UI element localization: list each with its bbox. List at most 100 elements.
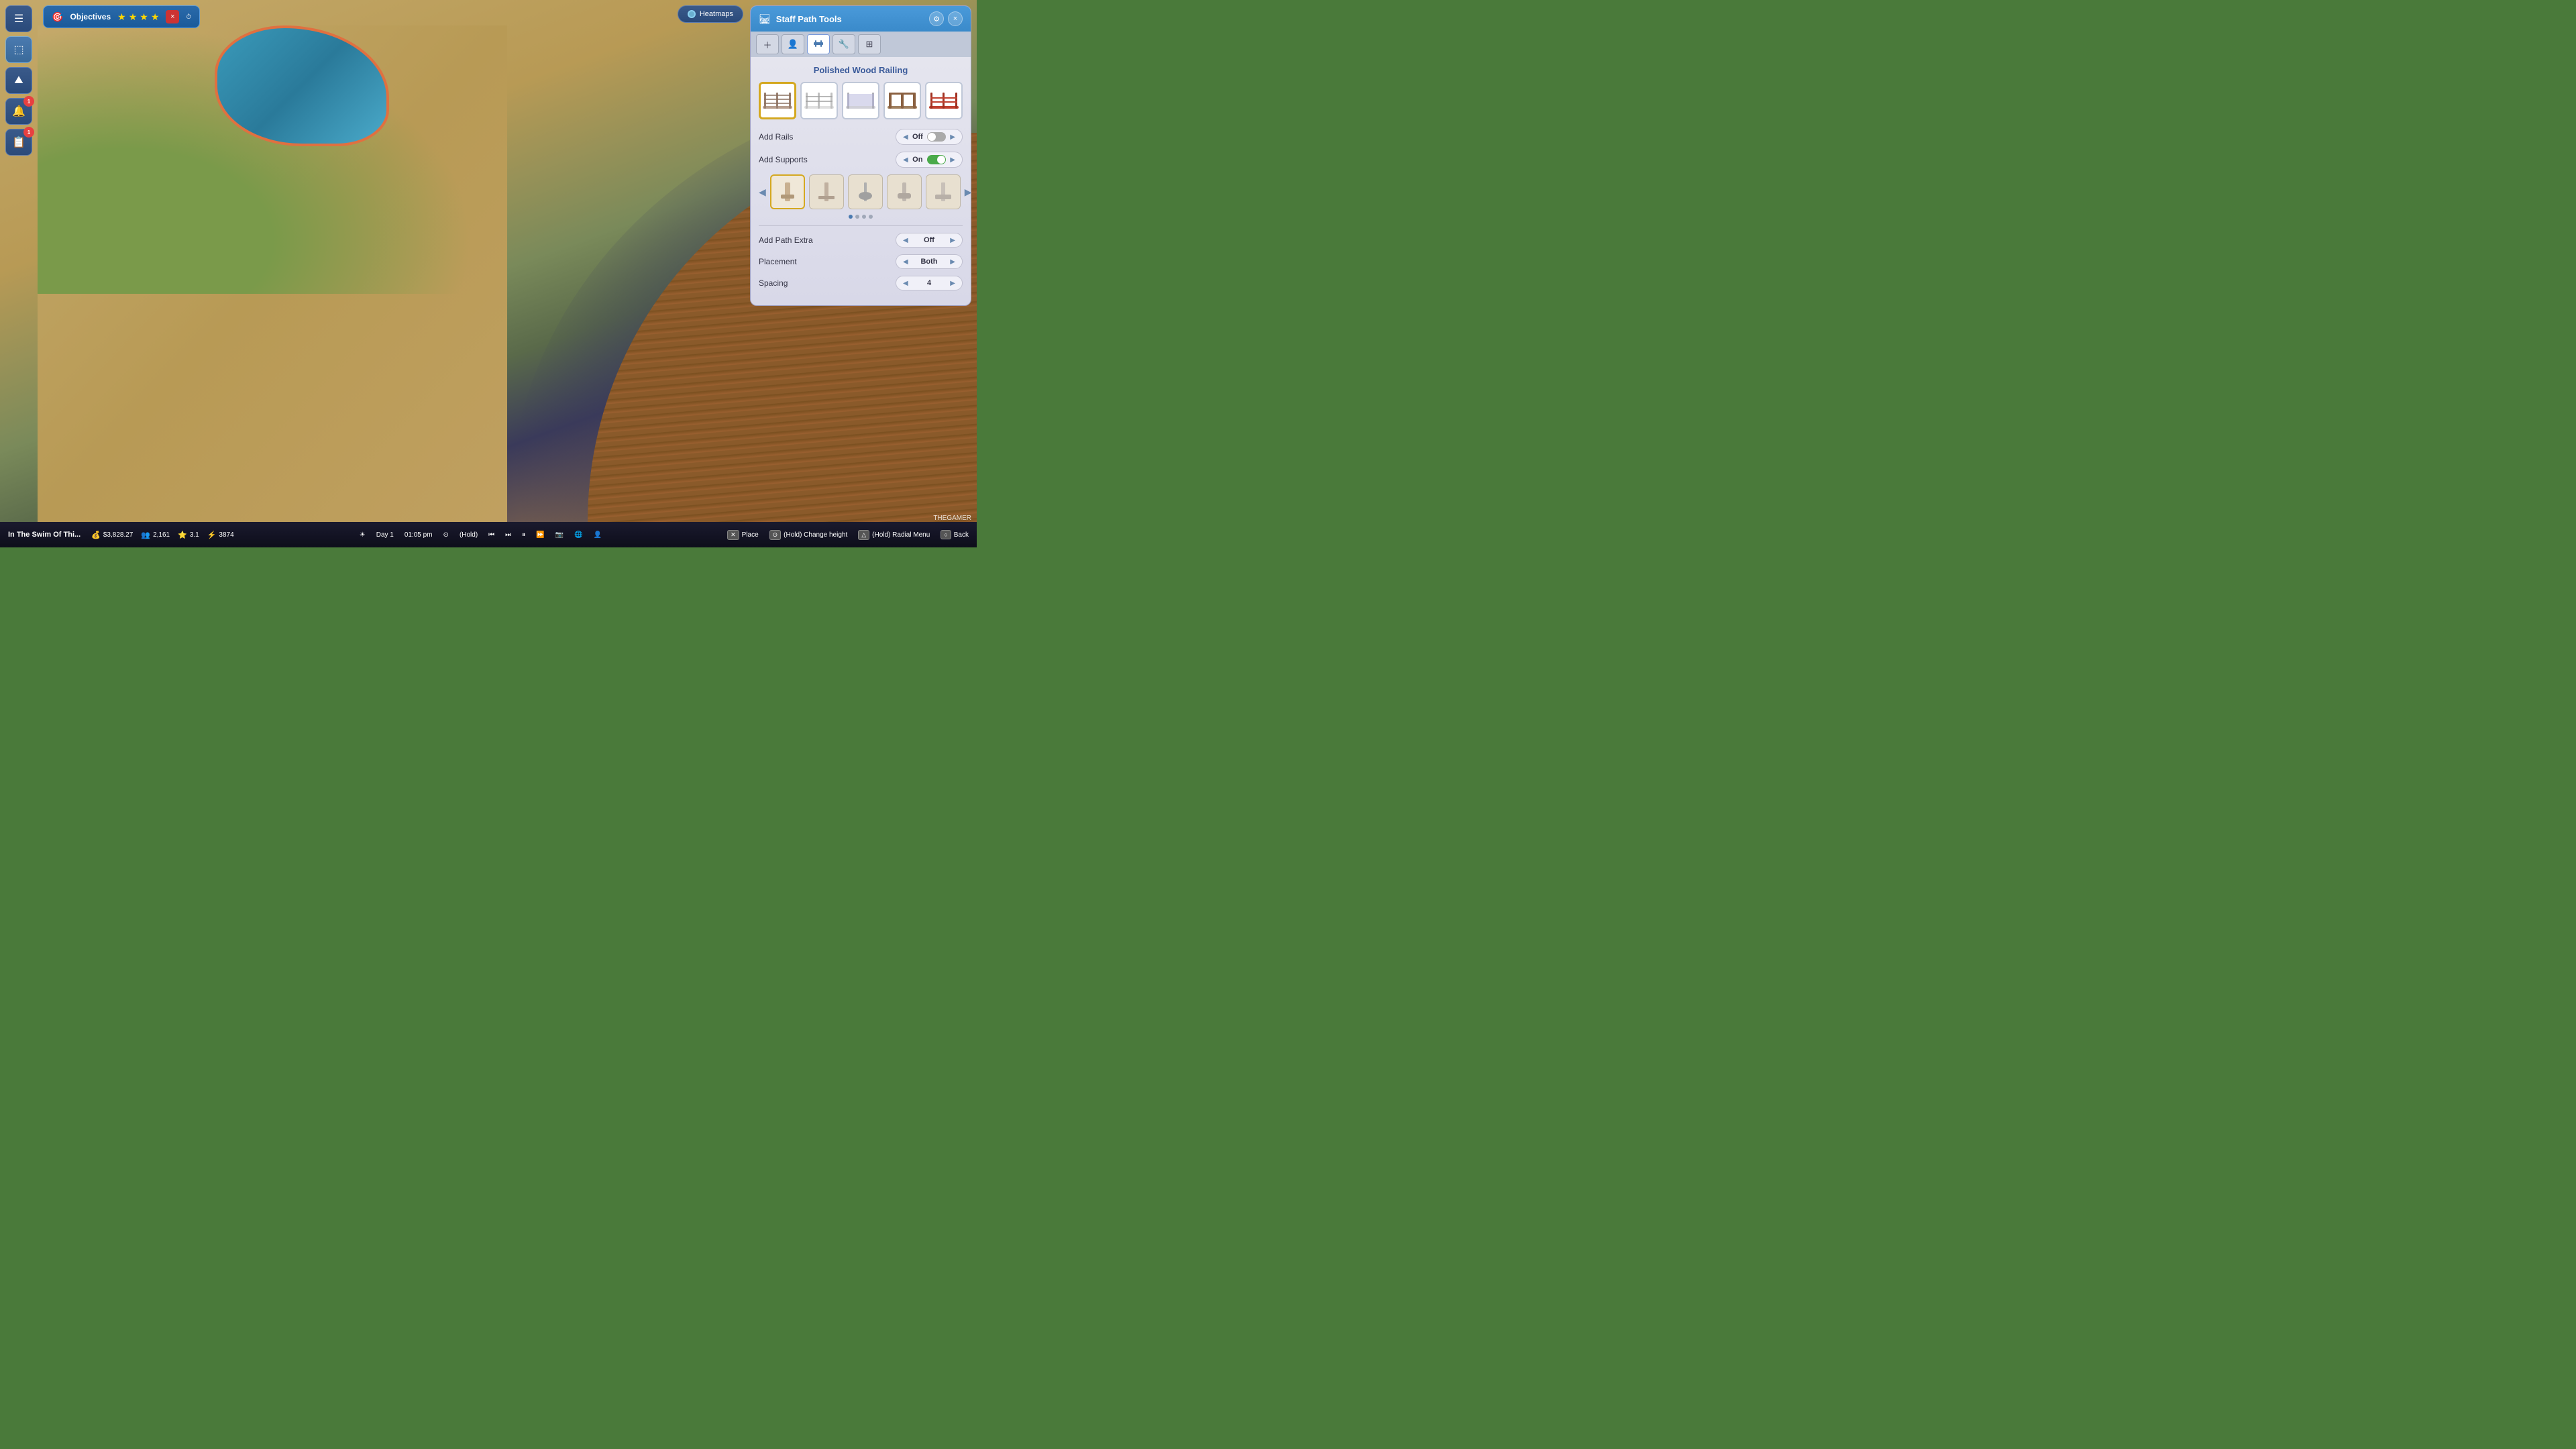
bell-icon: 🔔	[12, 105, 25, 118]
item4-value: 3874	[219, 531, 233, 539]
add-path-extra-label: Add Path Extra	[759, 235, 813, 245]
railing-options	[759, 82, 963, 119]
add-supports-row: Add Supports ◀ On ▶	[759, 152, 963, 168]
back-label: Back	[954, 531, 969, 539]
playback-settings[interactable]: 👤	[594, 531, 602, 539]
carousel-next-button[interactable]: ▶	[965, 184, 971, 200]
guests-icon: 👥	[141, 531, 150, 539]
add-rails-toggle[interactable]	[927, 132, 946, 142]
support-item-4[interactable]	[887, 174, 922, 209]
add-supports-left-arrow[interactable]: ◀	[903, 156, 908, 164]
railing-option-2[interactable]	[800, 82, 838, 119]
sun-icon: ☀	[360, 531, 366, 539]
placement-control[interactable]: ◀ Both ▶	[896, 254, 963, 269]
panel-content: Polished Wood Railing	[751, 57, 971, 305]
close-icon: ×	[170, 13, 174, 21]
support-item-2[interactable]	[809, 174, 844, 209]
radial-menu-key: △	[858, 530, 869, 540]
support-item-3[interactable]	[848, 174, 883, 209]
sidebar-btn-terrain[interactable]: ⛰	[5, 67, 32, 94]
path-extra-right-arrow[interactable]: ▶	[950, 237, 955, 244]
add-supports-label: Add Supports	[759, 155, 808, 164]
star-4: ★	[151, 11, 160, 23]
add-supports-toggle[interactable]	[927, 155, 946, 164]
bottom-center: ☀ Day 1 01:05 pm ⊙ (Hold) ⏮ ⏭ ⏸ ⏩ 📷 🌐 👤	[360, 531, 602, 539]
add-path-extra-control[interactable]: ◀ Off ▶	[896, 233, 963, 248]
change-height-key: ⊙	[769, 530, 782, 540]
support-item-5[interactable]	[926, 174, 961, 209]
playback-pause[interactable]: ⏸	[522, 531, 525, 539]
supports-carousel: ◀	[759, 174, 963, 209]
playback-camera[interactable]: 📷	[555, 531, 564, 539]
objectives-title: Objectives	[70, 12, 111, 21]
radial-menu-label: (Hold) Radial Menu	[872, 531, 930, 539]
heatmaps-label: Heatmaps	[700, 10, 733, 18]
sidebar-btn-map[interactable]: ⬚	[5, 36, 32, 63]
path-extra-value: Off	[924, 236, 934, 244]
terrain-icon: ⛰	[14, 74, 23, 87]
toolbar-tools-button[interactable]: 🔧	[833, 34, 855, 54]
change-height-label: (Hold) Change height	[784, 531, 847, 539]
panel-toolbar: ＋ 👤 🔧 ⊞	[751, 32, 971, 57]
back-key: ○	[941, 530, 951, 539]
toolbar-grid-button[interactable]: ⊞	[858, 34, 881, 54]
add-rails-row: Add Rails ◀ Off ▶	[759, 129, 963, 145]
playback-rewind[interactable]: ⏮	[488, 531, 494, 539]
spacing-right-arrow[interactable]: ▶	[950, 280, 955, 287]
dot-1	[849, 215, 853, 219]
panel-close-button[interactable]: ×	[948, 11, 963, 26]
action-back: ○ Back	[941, 530, 969, 539]
path-icon	[812, 38, 824, 52]
path-extra-left-arrow[interactable]: ◀	[903, 237, 908, 244]
railing-option-1[interactable]	[759, 82, 796, 119]
panel-settings-button[interactable]: ⚙	[929, 11, 944, 26]
support-item-1[interactable]	[770, 174, 805, 209]
heatmap-dot-icon	[688, 10, 696, 18]
bottom-actions: ✕ Place ⊙ (Hold) Change height △ (Hold) …	[727, 530, 969, 540]
star-1: ★	[117, 11, 126, 23]
add-rails-control[interactable]: ◀ Off ▶	[896, 129, 963, 145]
sidebar-btn-park-info[interactable]: 📋 1	[5, 129, 32, 156]
railing-option-4[interactable]	[883, 82, 921, 119]
add-rails-right-arrow[interactable]: ▶	[950, 133, 955, 141]
rating-value: 3.1	[190, 531, 199, 539]
sidebar-btn-menu[interactable]: ☰	[5, 5, 32, 32]
star-2: ★	[129, 11, 138, 23]
add-supports-right-arrow[interactable]: ▶	[950, 156, 955, 164]
railing-option-3[interactable]	[842, 82, 879, 119]
spacing-control[interactable]: ◀ 4 ▶	[896, 276, 963, 290]
placement-left-arrow[interactable]: ◀	[903, 258, 908, 266]
objectives-close-button[interactable]: ×	[166, 10, 179, 23]
add-supports-value: On	[912, 156, 922, 164]
carousel-dots	[759, 215, 963, 219]
toolbar-path-button[interactable]	[807, 34, 830, 54]
add-path-extra-row: Add Path Extra ◀ Off ▶	[759, 233, 963, 248]
sidebar-btn-notifications[interactable]: 🔔 1	[5, 98, 32, 125]
railing-option-5[interactable]	[925, 82, 963, 119]
toggle-knob	[937, 156, 945, 164]
carousel-prev-button[interactable]: ◀	[759, 184, 766, 200]
playback-forward[interactable]: ⏭	[505, 531, 511, 539]
bottom-bar: In The Swim Of Thi... 💰 $3,828.27 👥 2,16…	[0, 522, 977, 547]
action-radial-menu: △ (Hold) Radial Menu	[858, 530, 930, 540]
heatmaps-button[interactable]: Heatmaps	[678, 5, 743, 23]
add-rails-left-arrow[interactable]: ◀	[903, 133, 908, 141]
dot-3	[862, 215, 866, 219]
money-stat: 💰 $3,828.27	[91, 531, 133, 539]
spacing-label: Spacing	[759, 278, 788, 288]
toolbar-add-button[interactable]: ＋	[756, 34, 779, 54]
dot-4	[869, 215, 873, 219]
placement-right-arrow[interactable]: ▶	[950, 258, 955, 266]
action-place: ✕ Place	[727, 530, 759, 540]
playback-hold-label: (Hold)	[460, 531, 478, 539]
playback-screenshot[interactable]: 🌐	[574, 531, 582, 539]
add-supports-control[interactable]: ◀ On ▶	[896, 152, 963, 168]
panel-header: 🛤 Staff Path Tools ⚙ ×	[751, 6, 971, 32]
toolbar-staff-button[interactable]: 👤	[782, 34, 804, 54]
playback-fast-forward[interactable]: ⏩	[536, 531, 544, 539]
place-label: Place	[742, 531, 759, 539]
spacing-left-arrow[interactable]: ◀	[903, 280, 908, 287]
person-icon: 👤	[788, 39, 798, 50]
spacing-row: Spacing ◀ 4 ▶	[759, 276, 963, 290]
spacing-value: 4	[927, 279, 931, 287]
